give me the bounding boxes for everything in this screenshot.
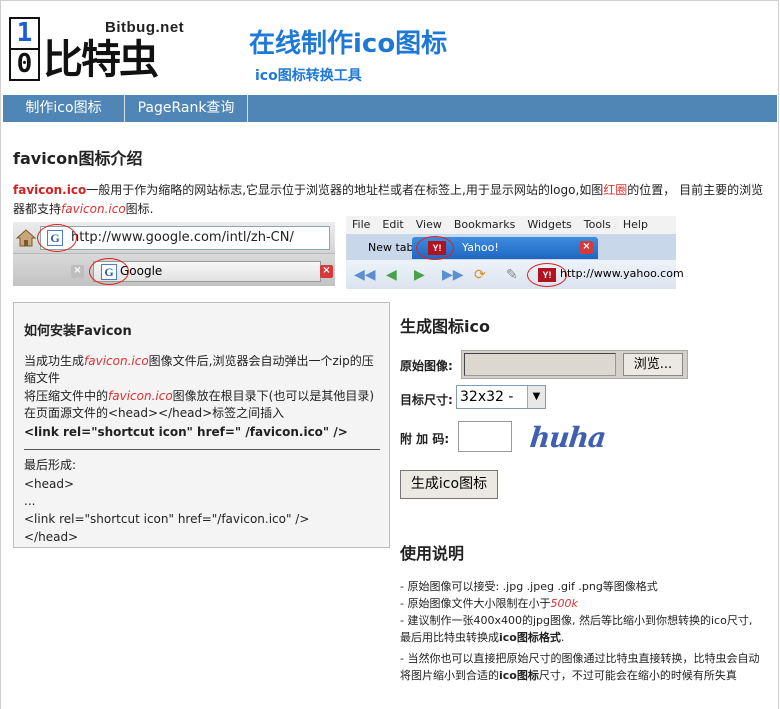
- captcha-image: huha: [528, 421, 607, 454]
- divider: [24, 449, 380, 450]
- final-label: 最后形成:: [24, 458, 77, 472]
- install-line-1-a: 当成功生成: [24, 354, 85, 368]
- logo-digit-bottom: 0: [9, 48, 40, 81]
- target-size-select[interactable]: 32x32 - ▼: [456, 385, 546, 409]
- red-circle-icon: [37, 224, 77, 252]
- usage-item-4: - 当然你也可以直接把原始尺寸的图像通过比特虫直接转换，比特虫会自动将图片缩小到…: [400, 650, 760, 684]
- usage-item-3: - 建议制作一张400x400的jpg图像, 然后等比缩小到你想转换的ico尺寸…: [400, 612, 760, 646]
- usage-item-3-bold: ico图标格式: [499, 631, 561, 644]
- home-icon: [15, 229, 37, 247]
- menu-file: File: [352, 218, 371, 231]
- menu-view: View: [415, 218, 442, 231]
- site-subtitle: ico图标转换工具: [255, 68, 362, 84]
- install-line-2-a: 将压缩文件中的: [24, 389, 109, 403]
- target-size-label: 目标尺寸:: [400, 393, 453, 407]
- install-term: favicon.ico: [108, 389, 173, 403]
- file-path-input[interactable]: [464, 353, 616, 376]
- intro-red-circle: 红圈: [603, 183, 628, 197]
- back-icon: ◀: [386, 267, 397, 283]
- red-circle-icon: [416, 236, 454, 260]
- logo-brand: 比特虫: [43, 37, 159, 83]
- source-image-field: 浏览...: [461, 350, 688, 379]
- final-line-1: <head>: [24, 477, 75, 491]
- tab-row: × Google G ×: [13, 254, 335, 286]
- main-nav: 制作ico图标 PageRank查询: [3, 95, 777, 122]
- logo-digit-top: 1: [9, 17, 40, 50]
- close-icon: ×: [580, 241, 593, 254]
- address-bar: http://www.yahoo.com: [560, 267, 684, 280]
- usage-item-2-text: - 原始图像文件大小限制在小于: [400, 597, 551, 610]
- captcha-input[interactable]: [458, 421, 512, 452]
- usage-item-4-end: 尺寸，不过可能会在缩小的时候有所失真: [538, 669, 737, 682]
- menu-edit: Edit: [382, 218, 404, 231]
- usage-heading: 使用说明: [400, 544, 465, 563]
- tab-yahoo-label: Yahoo!: [462, 241, 499, 254]
- intro-text-3: 图标.: [125, 202, 154, 216]
- menu-help: Help: [622, 218, 648, 231]
- rewind-icon: ◀◀: [354, 267, 376, 283]
- site-logo[interactable]: 1 0 Bitbug.net 比特虫: [9, 17, 185, 83]
- browser-demo-yahoo: File Edit View Bookmarks Widgets Tools Help Ne…: [346, 216, 684, 289]
- intro-paragraph: favicon.ico一般用于作为缩略的网站标志,它显示位于浏览器的地址栏或者在…: [13, 181, 769, 219]
- final-line-3: <link rel="shortcut icon" href="/favicon…: [24, 512, 310, 526]
- usage-item-4-bold: ico图标: [499, 669, 539, 682]
- logo-domain: Bitbug.net: [105, 19, 185, 36]
- close-icon: ×: [71, 265, 84, 278]
- captcha-label: 附 加 码:: [400, 432, 450, 446]
- intro-heading: favicon图标介绍: [13, 149, 143, 168]
- install-line-3: 在页面源文件的<head></head>标签之间插入: [24, 406, 285, 420]
- install-line-2-b: 图像放在根目录下(也可以是其他目录): [172, 389, 375, 403]
- menu-widgets: Widgets: [527, 218, 572, 231]
- source-image-label: 原始图像:: [400, 359, 453, 373]
- install-heading: 如何安装Favicon: [24, 324, 132, 339]
- target-size-value: 32x32 -: [460, 389, 514, 405]
- install-term: favicon.ico: [84, 354, 149, 368]
- usage-item-3-end: .: [560, 631, 565, 644]
- usage-item-3-text: - 建议制作一张400x400的jpg图像, 然后等比缩小到你想转换的ico尺寸…: [400, 614, 753, 644]
- install-code: <link rel="shortcut icon" href=" /favico…: [24, 425, 348, 439]
- final-line-4: </head>: [24, 530, 79, 544]
- browser-demo-google: http://www.google.com/intl/zh-CN/ G × Go…: [13, 222, 335, 286]
- reload-icon: ⟳: [474, 267, 486, 283]
- final-line-2: ...: [24, 494, 36, 508]
- usage-size-limit: 500k: [550, 597, 578, 610]
- browser-tab-row: New tab Yahoo! Y! ×: [346, 234, 676, 260]
- browser-menubar: File Edit View Bookmarks Widgets Tools Help: [346, 216, 676, 234]
- usage-item-2: - 原始图像文件大小限制在小于500k: [400, 595, 760, 612]
- nav-item-pagerank[interactable]: PageRank查询: [125, 95, 248, 122]
- address-bar: http://www.google.com/intl/zh-CN/: [40, 226, 330, 250]
- generator-heading: 生成图标ico: [400, 317, 490, 336]
- close-icon: ×: [320, 265, 333, 278]
- browser-toolbar: ◀◀ ◀ ▶ ▶▶ ⟳ ✎ Y! http://www.yahoo.com: [346, 260, 684, 289]
- fast-forward-icon: ▶▶: [442, 267, 464, 283]
- generate-ico-button[interactable]: 生成ico图标: [400, 470, 498, 499]
- install-favicon-box: 如何安装Favicon 当成功生成favicon.ico图像文件后,浏览器会自动…: [13, 302, 390, 548]
- address-bar-row: http://www.google.com/intl/zh-CN/ G: [13, 222, 335, 254]
- usage-item-1: - 原始图像可以接受: .jpg .jpeg .gif .png等图像格式: [400, 580, 658, 593]
- nav-item-make-ico[interactable]: 制作ico图标: [3, 95, 125, 122]
- forward-icon: ▶: [414, 267, 425, 283]
- red-circle-icon: [89, 258, 129, 285]
- install-line-1: 当成功生成favicon.ico图像文件后,浏览器会自动弹出一个zip的压缩文件: [24, 353, 380, 387]
- edit-icon: ✎: [506, 267, 518, 283]
- menu-tools: Tools: [583, 218, 611, 231]
- browse-button[interactable]: 浏览...: [623, 353, 683, 376]
- intro-text-1: 一般用于作为缩略的网站标志,它显示位于浏览器的地址栏或者在标签上,用于显示网站的…: [86, 183, 604, 197]
- site-title: 在线制作ico图标: [249, 29, 448, 59]
- menu-bookmarks: Bookmarks: [453, 218, 516, 231]
- intro-term-italic: favicon.ico: [61, 202, 126, 216]
- intro-term: favicon.ico: [13, 183, 87, 197]
- install-line-2: 将压缩文件中的favicon.ico图像放在根目录下(也可以是其他目录): [24, 388, 380, 405]
- chevron-down-icon: ▼: [527, 386, 545, 408]
